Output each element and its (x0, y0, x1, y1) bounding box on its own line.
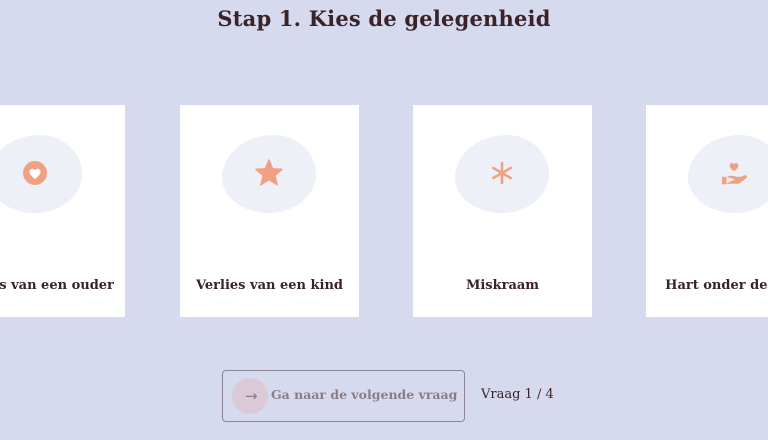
option-card-verlies-kind[interactable]: Verlies van een kind (180, 105, 359, 317)
option-label: Miskraam (465, 278, 540, 293)
option-label: Verlies van een ouder (0, 278, 114, 293)
question-progress: Vraag 1 / 4 (481, 387, 554, 402)
page-title: Stap 1. Kies de gelegenheid (217, 6, 551, 31)
option-card-verlies-ouder[interactable]: Verlies van een ouder (0, 105, 125, 317)
option-card-miskraam[interactable]: Miskraam (413, 105, 592, 317)
asterisk-icon (487, 158, 517, 188)
option-label: Verlies van een kind (196, 278, 343, 293)
next-question-label: Ga naar de volgende vraag (271, 387, 458, 402)
next-question-button[interactable]: → Ga naar de volgende vraag (222, 370, 465, 422)
heart-circle-icon (20, 158, 50, 188)
option-card-hart-onder-de-riem[interactable]: Hart onder de riem (646, 105, 768, 317)
star-icon (254, 158, 284, 188)
option-label: Hart onder de riem (665, 278, 768, 293)
arrow-right-icon: → (245, 387, 258, 405)
heart-hand-icon (720, 158, 750, 188)
page: Stap 1. Kies de gelegenheid Verlies van … (0, 0, 768, 440)
